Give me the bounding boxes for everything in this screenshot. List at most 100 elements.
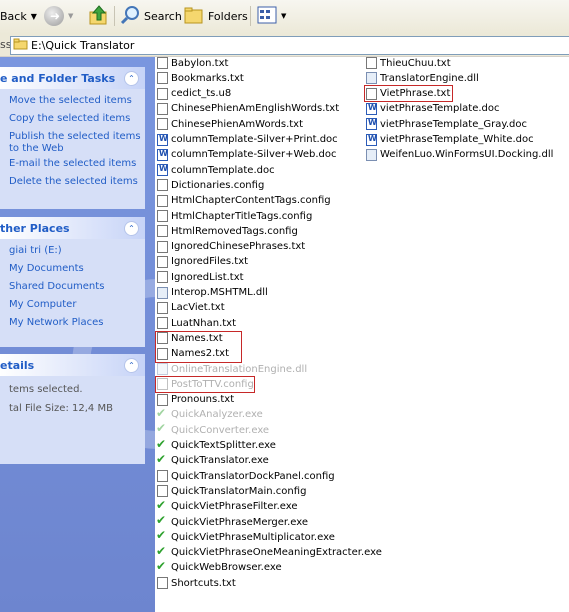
file-item[interactable]: QuickAnalyzer.exe	[156, 406, 263, 421]
doc-file-icon	[157, 164, 168, 177]
collapse-icon[interactable]: ⌃	[124, 71, 139, 86]
copy-items-link[interactable]: Copy the selected items	[9, 113, 130, 124]
file-name: WeifenLuo.WinFormsUI.Docking.dll	[380, 149, 554, 161]
file-name: columnTemplate.doc	[171, 164, 275, 176]
file-item[interactable]: LacViet.txt	[157, 301, 225, 314]
file-item[interactable]: QuickVietPhraseFilter.exe	[156, 498, 297, 513]
panel-header[interactable]: etails ⌃	[0, 354, 145, 376]
forward-button[interactable]: ➜ ▼	[44, 4, 73, 28]
toolbar-separator	[250, 6, 251, 26]
file-item[interactable]: QuickWebBrowser.exe	[156, 559, 282, 574]
panel-body: tems selected. tal File Size: 12,4 MB	[0, 376, 145, 464]
txt-file-icon	[157, 577, 168, 590]
file-item[interactable]: HtmlChapterTitleTags.config	[157, 210, 312, 222]
other-places-panel: ther Places ⌃ giai tri (E:) My Documents…	[0, 217, 145, 347]
file-item[interactable]: QuickVietPhraseMultiplicator.exe	[156, 528, 335, 543]
chevron-down-icon[interactable]: ▼	[31, 12, 37, 21]
file-item[interactable]: columnTemplate.doc	[157, 164, 275, 177]
chevron-down-icon[interactable]: ▼	[68, 12, 73, 20]
chevron-down-icon[interactable]: ▼	[281, 12, 286, 20]
exe-file-icon	[156, 406, 168, 421]
doc-file-icon	[157, 133, 168, 146]
collapse-icon[interactable]: ⌃	[124, 221, 139, 236]
file-item[interactable]: Dictionaries.config	[157, 179, 264, 192]
panel-title: ther Places	[0, 222, 70, 235]
publish-items-link-cont[interactable]: to the Web	[9, 143, 64, 154]
email-items-link[interactable]: E-mail the selected items	[9, 158, 136, 169]
file-item[interactable]: QuickTextSplitter.exe	[156, 437, 276, 452]
panel-header[interactable]: e and Folder Tasks ⌃	[0, 67, 145, 89]
file-item[interactable]: IgnoredChinesePhrases.txt	[157, 240, 306, 253]
my-computer-link[interactable]: My Computer	[9, 299, 76, 310]
delete-items-link[interactable]: Delete the selected items	[9, 176, 138, 187]
file-item[interactable]: Bookmarks.txt	[157, 72, 244, 85]
file-item[interactable]: ChinesePhienAmWords.txt	[157, 118, 303, 131]
file-folder-tasks-panel: e and Folder Tasks ⌃ Move the selected i…	[0, 67, 145, 209]
file-name: Interop.MSHTML.dll	[171, 287, 268, 298]
file-item[interactable]: HtmlChapterContentTags.config	[157, 194, 331, 207]
file-item[interactable]: IgnoredList.txt	[157, 271, 244, 284]
publish-items-link[interactable]: Publish the selected items	[9, 131, 141, 142]
highlight-box-names	[155, 331, 242, 363]
file-item[interactable]: QuickTranslatorDockPanel.config	[157, 470, 335, 483]
file-name: IgnoredFiles.txt	[171, 256, 249, 268]
panel-title: etails	[0, 359, 35, 372]
file-name: QuickTranslatorDockPanel.config	[171, 470, 335, 482]
file-item[interactable]: columnTemplate-Silver+Print.doc	[157, 133, 338, 146]
file-item[interactable]: HtmlRemovedTags.config	[157, 225, 298, 238]
file-item[interactable]: TranslatorEngine.dll	[366, 72, 479, 85]
address-field[interactable]: E:\Quick Translator	[10, 36, 569, 55]
config-file-icon	[157, 225, 168, 238]
file-item[interactable]: QuickVietPhraseOneMeaningExtracter.exe	[156, 544, 382, 559]
dll-file-icon	[157, 286, 168, 299]
file-item[interactable]: Shortcuts.txt	[157, 577, 236, 590]
exe-file-icon	[156, 498, 168, 513]
file-item[interactable]: cedict_ts.u8	[157, 87, 231, 100]
file-item[interactable]: QuickTranslatorMain.config	[157, 485, 306, 498]
file-item[interactable]: ThieuChuu.txt	[366, 57, 451, 69]
toolbar-separator	[114, 6, 115, 26]
my-network-places-link[interactable]: My Network Places	[9, 317, 103, 328]
file-name: QuickConverter.exe	[171, 424, 270, 436]
folders-button[interactable]: Folders	[184, 4, 248, 28]
panel-header[interactable]: ther Places ⌃	[0, 217, 145, 239]
move-items-link[interactable]: Move the selected items	[9, 95, 132, 106]
file-item[interactable]: IgnoredFiles.txt	[157, 255, 249, 268]
search-button[interactable]: Search	[120, 4, 182, 28]
back-button[interactable]: Back ▼	[0, 4, 37, 28]
file-item[interactable]: QuickTranslator.exe	[156, 452, 269, 467]
file-item[interactable]: ChinesePhienAmEnglishWords.txt	[157, 102, 339, 115]
file-name: HtmlChapterTitleTags.config	[171, 210, 313, 222]
file-item[interactable]: QuickVietPhraseMerger.exe	[156, 513, 308, 528]
drive-e-link[interactable]: giai tri (E:)	[9, 245, 62, 256]
exe-file-icon	[156, 559, 168, 574]
file-item[interactable]: LuatNhan.txt	[157, 317, 236, 330]
file-item[interactable]: vietPhraseTemplate.doc	[366, 102, 500, 115]
my-documents-link[interactable]: My Documents	[9, 263, 84, 274]
file-item[interactable]: columnTemplate-Silver+Web.doc	[157, 148, 336, 161]
txt-file-icon	[157, 57, 168, 69]
collapse-icon[interactable]: ⌃	[124, 358, 139, 373]
forward-icon: ➜	[44, 6, 64, 26]
exe-file-icon	[156, 528, 168, 543]
file-item[interactable]: QuickConverter.exe	[156, 421, 270, 436]
folders-label: Folders	[208, 9, 248, 23]
file-name: IgnoredChinesePhrases.txt	[171, 241, 306, 253]
up-folder-icon	[88, 4, 110, 29]
file-item[interactable]: vietPhraseTemplate_White.doc	[366, 133, 534, 146]
file-item[interactable]: vietPhraseTemplate_Gray.doc	[366, 118, 527, 131]
shared-documents-link[interactable]: Shared Documents	[9, 281, 104, 292]
file-name: Pronouns.txt	[171, 394, 235, 406]
views-icon	[257, 6, 277, 27]
file-item[interactable]: Pronouns.txt	[157, 393, 235, 406]
file-item[interactable]: OnlineTranslationEngine.dll	[157, 363, 307, 375]
up-folder-button[interactable]	[88, 4, 110, 28]
file-item[interactable]: Babylon.txt	[157, 57, 228, 69]
file-item[interactable]: WeifenLuo.WinFormsUI.Docking.dll	[366, 148, 554, 161]
views-button[interactable]: ▼	[257, 4, 286, 28]
panel-body: Move the selected items Copy the selecte…	[0, 89, 145, 209]
file-name: ThieuChuu.txt	[380, 57, 451, 69]
search-icon	[120, 5, 140, 28]
file-item[interactable]: Interop.MSHTML.dll	[157, 286, 268, 299]
exe-file-icon	[156, 421, 168, 436]
